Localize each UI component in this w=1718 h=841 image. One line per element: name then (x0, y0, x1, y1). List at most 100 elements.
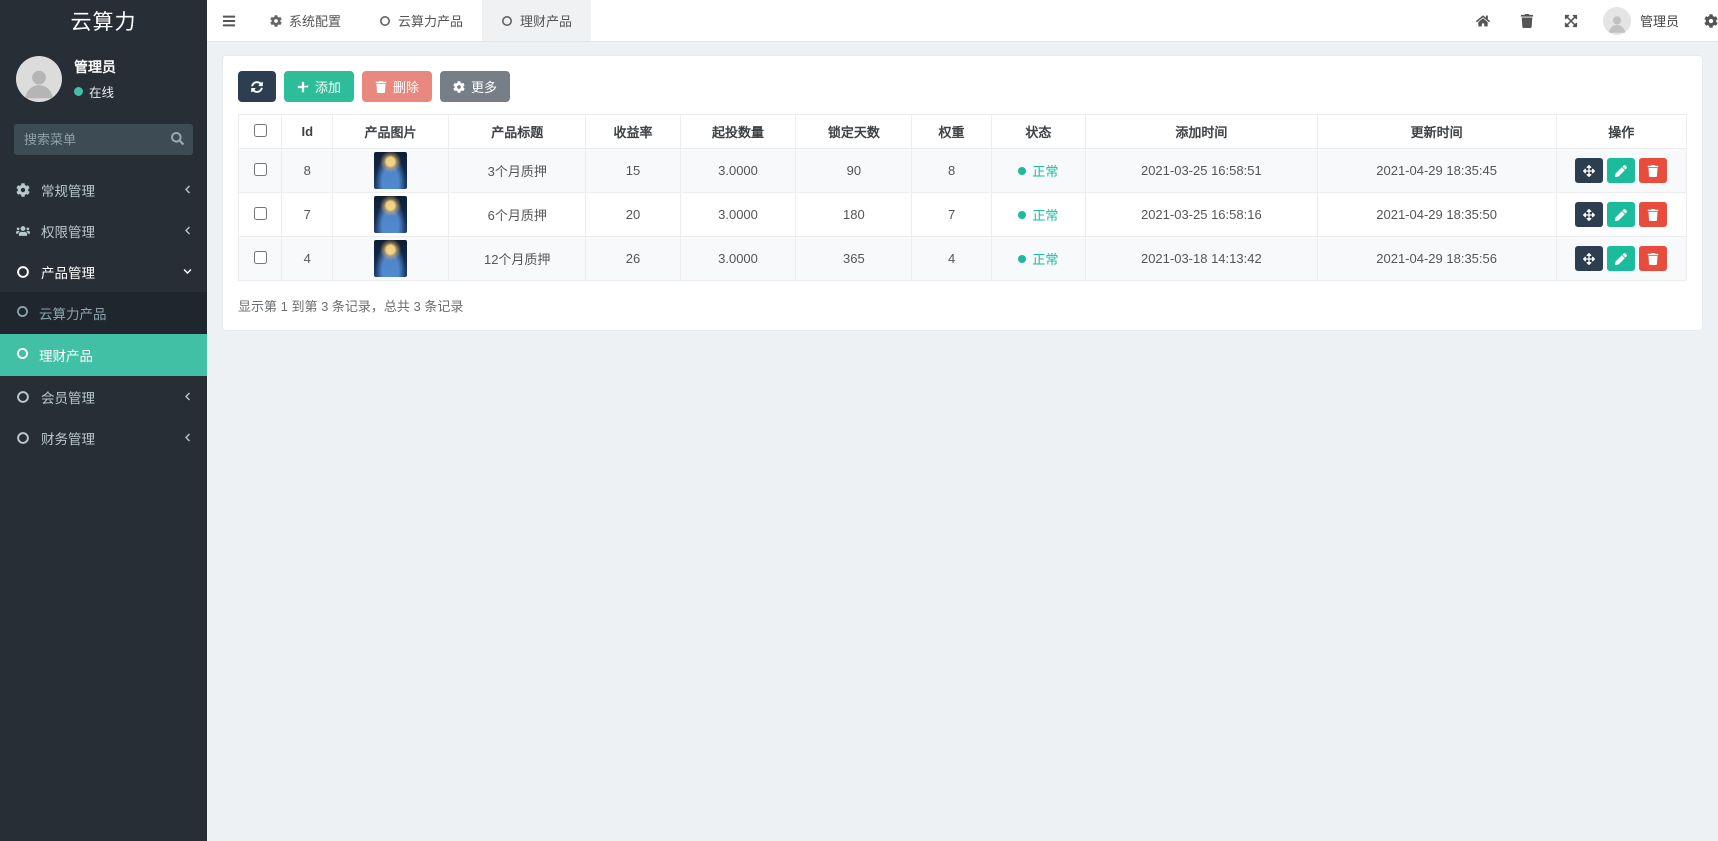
column-header-weight: 权重 (911, 114, 992, 149)
row-checkbox[interactable] (253, 250, 267, 264)
user-avatar (16, 56, 62, 102)
cell-min-invest: 3.0000 (679, 192, 797, 237)
products-submenu: 云算力产品 理财产品 (0, 292, 207, 376)
user-name: 管理员 (74, 59, 116, 75)
tab-system-config[interactable]: 系统配置 (251, 0, 360, 41)
product-image (374, 152, 408, 189)
pencil-icon (1615, 252, 1628, 265)
pencil-icon (1615, 164, 1628, 177)
table-row: 4 12个月质押 26 3.0000 365 4 正常 2021-03-18 1… (237, 236, 1688, 281)
table-toolbar: 添加 删除 更多 (238, 71, 1687, 102)
user-status: 在线 (74, 82, 116, 101)
cell-updated: 2021-04-29 18:35:56 (1316, 236, 1557, 281)
move-icon (1583, 252, 1596, 265)
cell-added: 2021-03-18 14:13:42 (1084, 236, 1318, 281)
edit-row-button[interactable] (1607, 246, 1636, 271)
settings-cogs-icon[interactable] (1689, 0, 1718, 41)
table-row: 8 3个月质押 15 3.0000 90 8 正常 2021-03-25 16:… (237, 148, 1688, 193)
fullscreen-icon[interactable] (1549, 0, 1593, 41)
column-header-added: 添加时间 (1084, 114, 1318, 149)
cell-rate: 26 (585, 236, 681, 281)
chevron-left-icon (183, 433, 192, 442)
move-row-button[interactable] (1575, 202, 1604, 227)
sidebar-item-wealth-products[interactable]: 理财产品 (0, 334, 207, 376)
trash-icon[interactable] (1505, 0, 1549, 41)
add-button[interactable]: 添加 (284, 71, 355, 102)
product-image (374, 240, 408, 277)
data-panel: 添加 删除 更多 Id 产品图片 产品标题 收益率 起投数量 锁定天数 权重 状… (222, 55, 1703, 331)
column-header-lock-days: 锁定天数 (795, 114, 913, 149)
search-input[interactable] (14, 124, 193, 155)
chevron-down-icon (183, 267, 192, 276)
search-icon[interactable] (171, 132, 184, 148)
move-row-button[interactable] (1575, 246, 1604, 271)
sidebar-item-label: 产品管理 (41, 265, 95, 281)
app-root: 云算力 管理员 在线 常规管理 (0, 0, 1718, 841)
sidebar-item-finance[interactable]: 财务管理 (0, 417, 207, 458)
edit-row-button[interactable] (1607, 158, 1636, 183)
circle-icon (15, 431, 31, 445)
record-summary: 显示第 1 到第 3 条记录，总共 3 条记录 (238, 299, 464, 314)
content-area: 添加 删除 更多 Id 产品图片 产品标题 收益率 起投数量 锁定天数 权重 状… (207, 42, 1718, 841)
nav-tabs: 系统配置 云算力产品 理财产品 (251, 0, 592, 41)
tab-label: 系统配置 (289, 14, 342, 29)
row-actions (1557, 246, 1686, 271)
cell-title: 12个月质押 (447, 236, 587, 281)
online-dot-icon (74, 87, 83, 96)
tab-wealth-products[interactable]: 理财产品 (482, 0, 592, 41)
delete-button[interactable]: 删除 (362, 71, 433, 102)
sidebar-item-permissions[interactable]: 权限管理 (0, 210, 207, 251)
more-button[interactable]: 更多 (440, 71, 511, 102)
app-logo[interactable]: 云算力 (0, 0, 207, 46)
status-dot-icon (1018, 166, 1027, 175)
select-all-checkbox[interactable] (253, 123, 267, 137)
product-image (374, 196, 408, 233)
gear-icon (453, 80, 465, 93)
delete-row-button[interactable] (1639, 158, 1668, 183)
select-all-header (237, 114, 283, 149)
trash-icon (1648, 164, 1659, 177)
navbar-right: 管理员 (1461, 0, 1718, 41)
edit-row-button[interactable] (1607, 202, 1636, 227)
circle-icon (502, 15, 513, 26)
cell-lock-days: 90 (795, 148, 913, 193)
sidebar-item-members[interactable]: 会员管理 (0, 376, 207, 417)
cell-id: 4 (281, 236, 334, 281)
sidebar-item-general[interactable]: 常规管理 (0, 169, 207, 210)
row-checkbox[interactable] (253, 206, 267, 220)
sidebar-item-label: 财务管理 (41, 431, 95, 447)
navbar-avatar (1602, 6, 1631, 35)
row-actions (1557, 158, 1686, 183)
person-icon (1608, 15, 1626, 33)
column-header-updated: 更新时间 (1316, 114, 1557, 149)
row-checkbox[interactable] (253, 162, 267, 176)
cell-id: 8 (281, 148, 334, 193)
cell-weight: 4 (911, 236, 992, 281)
column-header-rate: 收益率 (585, 114, 681, 149)
status-dot-icon (1018, 210, 1027, 219)
tab-label: 理财产品 (520, 14, 573, 29)
delete-row-button[interactable] (1639, 246, 1668, 271)
circle-icon (16, 347, 29, 363)
cell-updated: 2021-04-29 18:35:50 (1316, 192, 1557, 237)
home-icon[interactable] (1461, 0, 1505, 41)
chevron-left-icon (183, 185, 192, 194)
status-badge: 正常 (1018, 249, 1058, 268)
navbar-user-name: 管理员 (1639, 14, 1679, 29)
delete-row-button[interactable] (1639, 202, 1668, 227)
circle-icon (15, 265, 31, 279)
sidebar-item-products[interactable]: 产品管理 (0, 251, 207, 292)
trash-icon (1648, 252, 1659, 265)
cell-updated: 2021-04-29 18:35:45 (1316, 148, 1557, 193)
main-area: 系统配置 云算力产品 理财产品 管理员 添加 删除 更多 Id 产品图片 产品标… (207, 0, 1718, 841)
cell-rate: 20 (585, 192, 681, 237)
move-row-button[interactable] (1575, 158, 1604, 183)
tab-cloud-power-products[interactable]: 云算力产品 (360, 0, 482, 41)
navbar-user-menu[interactable]: 管理员 (1593, 6, 1689, 35)
sidebar-item-label: 权限管理 (41, 224, 95, 240)
status-dot-icon (1018, 254, 1027, 263)
refresh-button[interactable] (238, 71, 276, 102)
hamburger-menu-icon[interactable] (207, 0, 251, 41)
sidebar-item-cloud-power-products[interactable]: 云算力产品 (0, 292, 207, 334)
sidebar-item-label: 理财产品 (39, 349, 93, 364)
